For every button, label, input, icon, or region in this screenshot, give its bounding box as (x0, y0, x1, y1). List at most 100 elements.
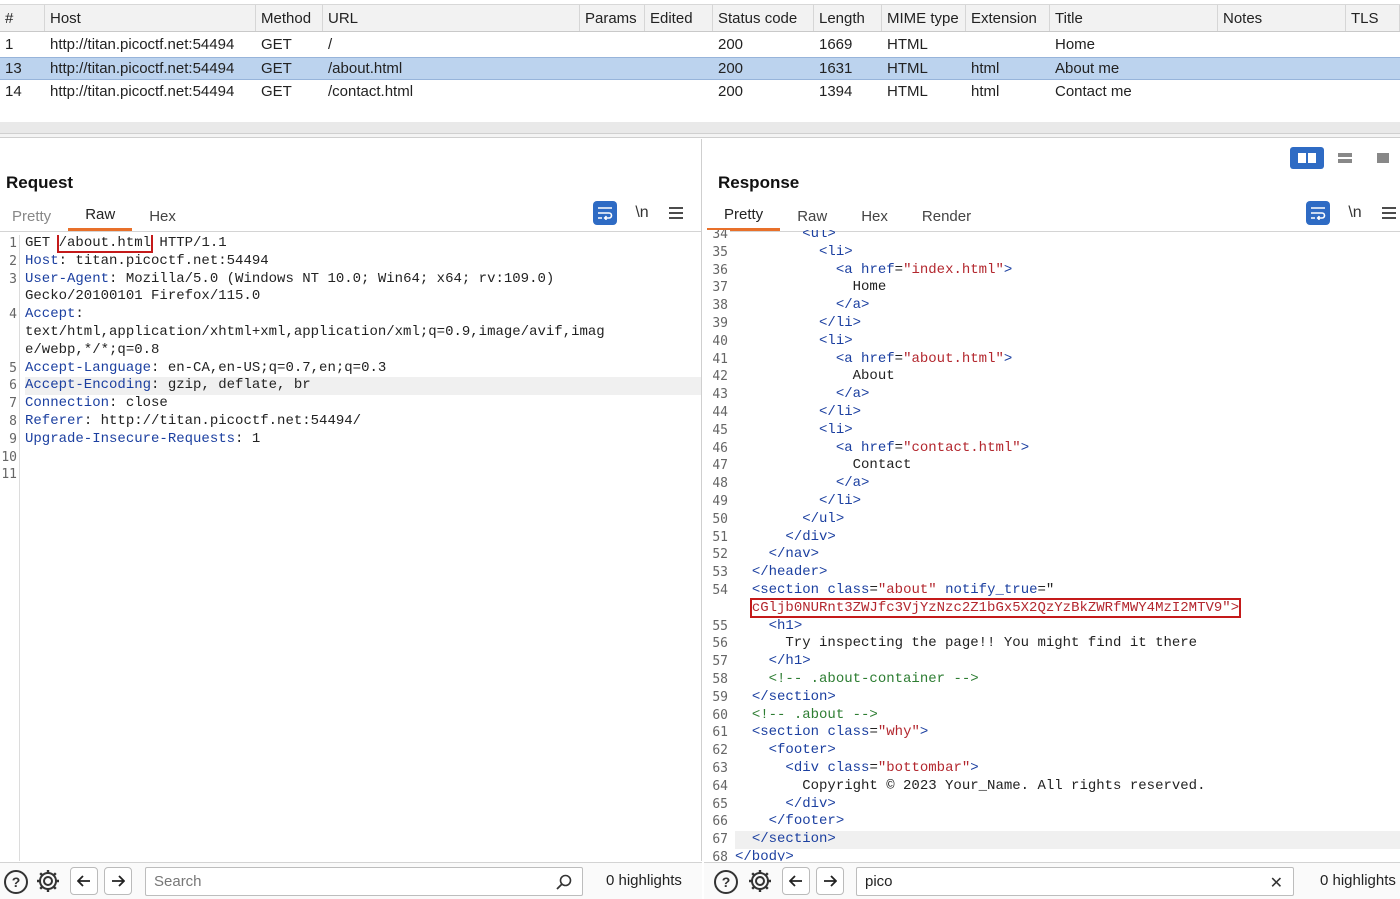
arrow-left-icon[interactable] (70, 867, 98, 895)
code-line: <a href="about.html"> (735, 351, 1400, 369)
tab-pretty[interactable]: Pretty (0, 201, 68, 231)
hamburger-menu-icon[interactable] (1379, 201, 1399, 225)
line-number: 34 (712, 230, 728, 242)
column-header[interactable]: TLS (1346, 5, 1400, 31)
line-number: 35 (712, 244, 728, 260)
code-line: </a> (735, 475, 1400, 493)
tab-raw[interactable]: Raw (780, 201, 844, 231)
newline-toggle[interactable]: \n (631, 201, 653, 225)
request-code[interactable]: GET /about.html HTTP/1.1 Host: titan.pico… (25, 235, 701, 861)
response-code[interactable]: <ul> <li> <a href="index.html"> Home </a… (735, 230, 1400, 861)
help-icon[interactable]: ? (714, 870, 738, 894)
tab-hex[interactable]: Hex (132, 201, 193, 231)
line-number: 53 (712, 565, 728, 581)
tabs-layout-icon[interactable] (1366, 147, 1400, 169)
line-number (0, 288, 19, 306)
horizontal-scrollbar[interactable] (0, 122, 1400, 134)
gear-icon[interactable] (746, 867, 774, 895)
code-line: <div class="bottombar"> (735, 760, 1400, 778)
help-icon[interactable]: ? (4, 870, 28, 894)
column-header[interactable]: MIME type (882, 5, 966, 31)
column-header[interactable]: URL (323, 5, 580, 31)
table-row[interactable]: 1 http://titan.picoctf.net:54494 GET / 200 16… (0, 33, 1400, 56)
table-cell-num: 13 (5, 59, 22, 77)
table-cell-url: /contact.html (328, 83, 414, 100)
code-line: <!-- .about-container --> (735, 671, 1400, 689)
table-cell-mime: HTML (887, 36, 928, 53)
newline-toggle[interactable]: \n (1344, 201, 1366, 225)
code-line: </div> (735, 529, 1400, 547)
table-cell-title: Home (1055, 36, 1096, 53)
split-horizontal-icon[interactable] (1290, 147, 1324, 169)
code-line: Accept-Encoding: gzip, deflate, br (25, 377, 701, 396)
column-header[interactable]: Method (256, 5, 323, 31)
column-header[interactable]: Title (1050, 5, 1218, 31)
request-editor[interactable]: 1 2 3 4 5 6 7 8 9 10 11 GET /about.html HTTP/1.1 Ho… (0, 232, 701, 861)
response-editor[interactable]: 34 35 36 37 38 39 40 41 42 43 44 45 46 47 48 49 50 51 52 53… (704, 230, 1400, 861)
pane-splitter[interactable] (0, 134, 1400, 138)
code-token: href (861, 350, 895, 367)
code-token: "about" (877, 581, 937, 598)
column-header[interactable]: Notes (1218, 5, 1346, 31)
request-tabs: Pretty Raw Hex (0, 201, 193, 231)
code-line: </section> (735, 689, 1400, 707)
word-wrap-icon[interactable] (593, 201, 617, 225)
code-line: </h1> (735, 653, 1400, 671)
close-icon[interactable]: ✕ (1270, 873, 1283, 893)
code-token: </a> (835, 386, 870, 403)
search-placeholder: Search (154, 873, 202, 890)
column-header[interactable]: Edited (645, 5, 713, 31)
code-token: "index.html" (903, 261, 1004, 278)
column-header[interactable]: # (0, 5, 45, 31)
code-token: = (869, 581, 878, 598)
table-row[interactable]: 14 http://titan.picoctf.net:54494 GET/cont… (0, 80, 1400, 103)
highlight-count: 0 highlights (1320, 872, 1396, 889)
code-token: Copyright © 2023 Your_Name. All rights r… (735, 777, 1206, 794)
line-number: 59 (712, 689, 728, 705)
column-header[interactable]: Extension (966, 5, 1050, 31)
column-header[interactable]: Host (45, 5, 256, 31)
arrow-right-icon[interactable] (816, 867, 844, 895)
line-number: 65 (712, 796, 728, 812)
search-icon[interactable] (556, 874, 572, 894)
code-token: Accept (25, 306, 76, 323)
hamburger-menu-icon[interactable] (666, 201, 686, 225)
tab-raw[interactable]: Raw (68, 201, 133, 231)
column-header[interactable]: Params (580, 5, 645, 31)
line-number: 9 (9, 431, 17, 447)
word-wrap-icon[interactable] (1306, 201, 1330, 225)
line-number: 45 (712, 422, 728, 438)
arrow-right-icon[interactable] (104, 867, 132, 895)
code-token: </li> (819, 403, 862, 420)
code-token: > (1003, 261, 1013, 278)
gear-icon[interactable] (34, 867, 62, 895)
arrow-left-icon[interactable] (782, 867, 810, 895)
search-input[interactable]: pico ✕ (856, 867, 1294, 896)
table-row[interactable]: 13 http://titan.picoctf.net:54494 GET/abou… (0, 56, 1400, 80)
line-number: 42 (712, 369, 728, 385)
table-cell-length: 1394 (819, 83, 853, 100)
code-line: <a href="contact.html"> (735, 440, 1400, 458)
tab-hex[interactable]: Hex (844, 201, 905, 231)
column-header[interactable]: Status code (713, 5, 814, 31)
line-number: 55 (712, 618, 728, 634)
code-token: = (869, 724, 878, 741)
line-number: 50 (712, 511, 728, 527)
split-vertical-icon[interactable] (1328, 147, 1362, 169)
tab-render[interactable]: Render (905, 201, 988, 231)
code-token: <!-- .about --> (751, 706, 878, 723)
code-token: <li> (819, 332, 853, 349)
code-token: "why" (877, 724, 920, 741)
search-input[interactable]: Search (145, 867, 583, 896)
column-header[interactable]: Length (814, 5, 882, 31)
tab-pretty[interactable]: Pretty (707, 201, 781, 231)
